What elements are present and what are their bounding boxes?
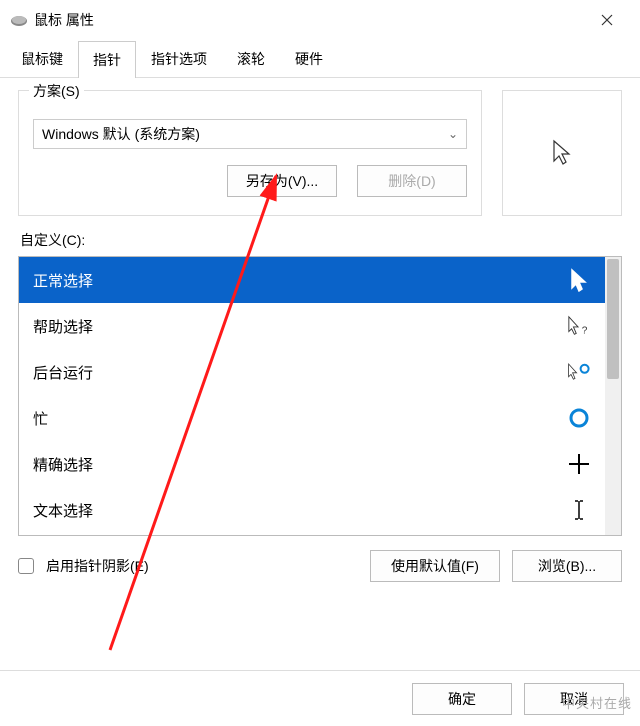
cursor-preview	[502, 90, 622, 216]
tab-hardware[interactable]: 硬件	[280, 40, 338, 77]
scheme-group: 方案(S) Windows 默认 (系统方案) ⌄ 另存为(V)... 删除(D…	[18, 90, 482, 216]
save-as-button[interactable]: 另存为(V)...	[227, 165, 337, 197]
text-cursor-icon	[567, 498, 591, 522]
tab-wheel[interactable]: 滚轮	[222, 40, 280, 77]
tab-panel: 方案(S) Windows 默认 (系统方案) ⌄ 另存为(V)... 删除(D…	[0, 78, 640, 582]
background-cursor-icon	[567, 360, 591, 384]
scheme-label: 方案(S)	[29, 81, 84, 101]
list-item[interactable]: 正常选择	[19, 257, 605, 303]
list-item[interactable]: 帮助选择 ?	[19, 303, 605, 349]
cancel-button[interactable]: 取消	[524, 683, 624, 715]
chevron-down-icon: ⌄	[448, 127, 458, 141]
delete-button[interactable]: 删除(D)	[357, 165, 467, 197]
help-cursor-icon: ?	[567, 314, 591, 338]
cursor-name: 帮助选择	[33, 316, 93, 337]
cursor-name: 忙	[33, 408, 48, 429]
customize-label: 自定义(C):	[20, 230, 622, 250]
cursor-list: 正常选择 帮助选择 ? 后台运行 忙	[18, 256, 622, 536]
ok-button[interactable]: 确定	[412, 683, 512, 715]
tab-strip: 鼠标键 指针 指针选项 滚轮 硬件	[0, 40, 640, 78]
tab-pointers[interactable]: 指针	[78, 41, 136, 78]
cursor-name: 精确选择	[33, 454, 93, 475]
list-item[interactable]: 文本选择	[19, 487, 605, 533]
scheme-value: Windows 默认 (系统方案)	[42, 124, 200, 144]
window-title: 鼠标 属性	[34, 10, 584, 30]
dialog-footer: 确定 取消	[0, 670, 640, 726]
cursor-name: 后台运行	[33, 362, 93, 383]
titlebar: 鼠标 属性	[0, 0, 640, 40]
close-button[interactable]	[584, 4, 630, 36]
list-item[interactable]: 后台运行	[19, 349, 605, 395]
tab-pointer-options[interactable]: 指针选项	[136, 40, 222, 77]
cursor-name: 文本选择	[33, 500, 93, 521]
list-item[interactable]: 精确选择	[19, 441, 605, 487]
scrollbar[interactable]	[605, 257, 621, 535]
svg-text:?: ?	[582, 325, 588, 336]
list-item[interactable]: 忙	[19, 395, 605, 441]
use-defaults-button[interactable]: 使用默认值(F)	[370, 550, 500, 582]
busy-cursor-icon	[567, 406, 591, 430]
arrow-cursor-icon	[567, 268, 591, 292]
shadow-label: 启用指针阴影(E)	[46, 556, 358, 576]
cursor-name: 正常选择	[33, 270, 93, 291]
shadow-checkbox[interactable]	[18, 558, 34, 574]
scrollbar-thumb[interactable]	[607, 259, 619, 379]
scheme-dropdown[interactable]: Windows 默认 (系统方案) ⌄	[33, 119, 467, 149]
browse-button[interactable]: 浏览(B)...	[512, 550, 622, 582]
tab-mouse-buttons[interactable]: 鼠标键	[6, 40, 78, 77]
precision-cursor-icon	[567, 452, 591, 476]
mouse-icon	[10, 14, 28, 26]
